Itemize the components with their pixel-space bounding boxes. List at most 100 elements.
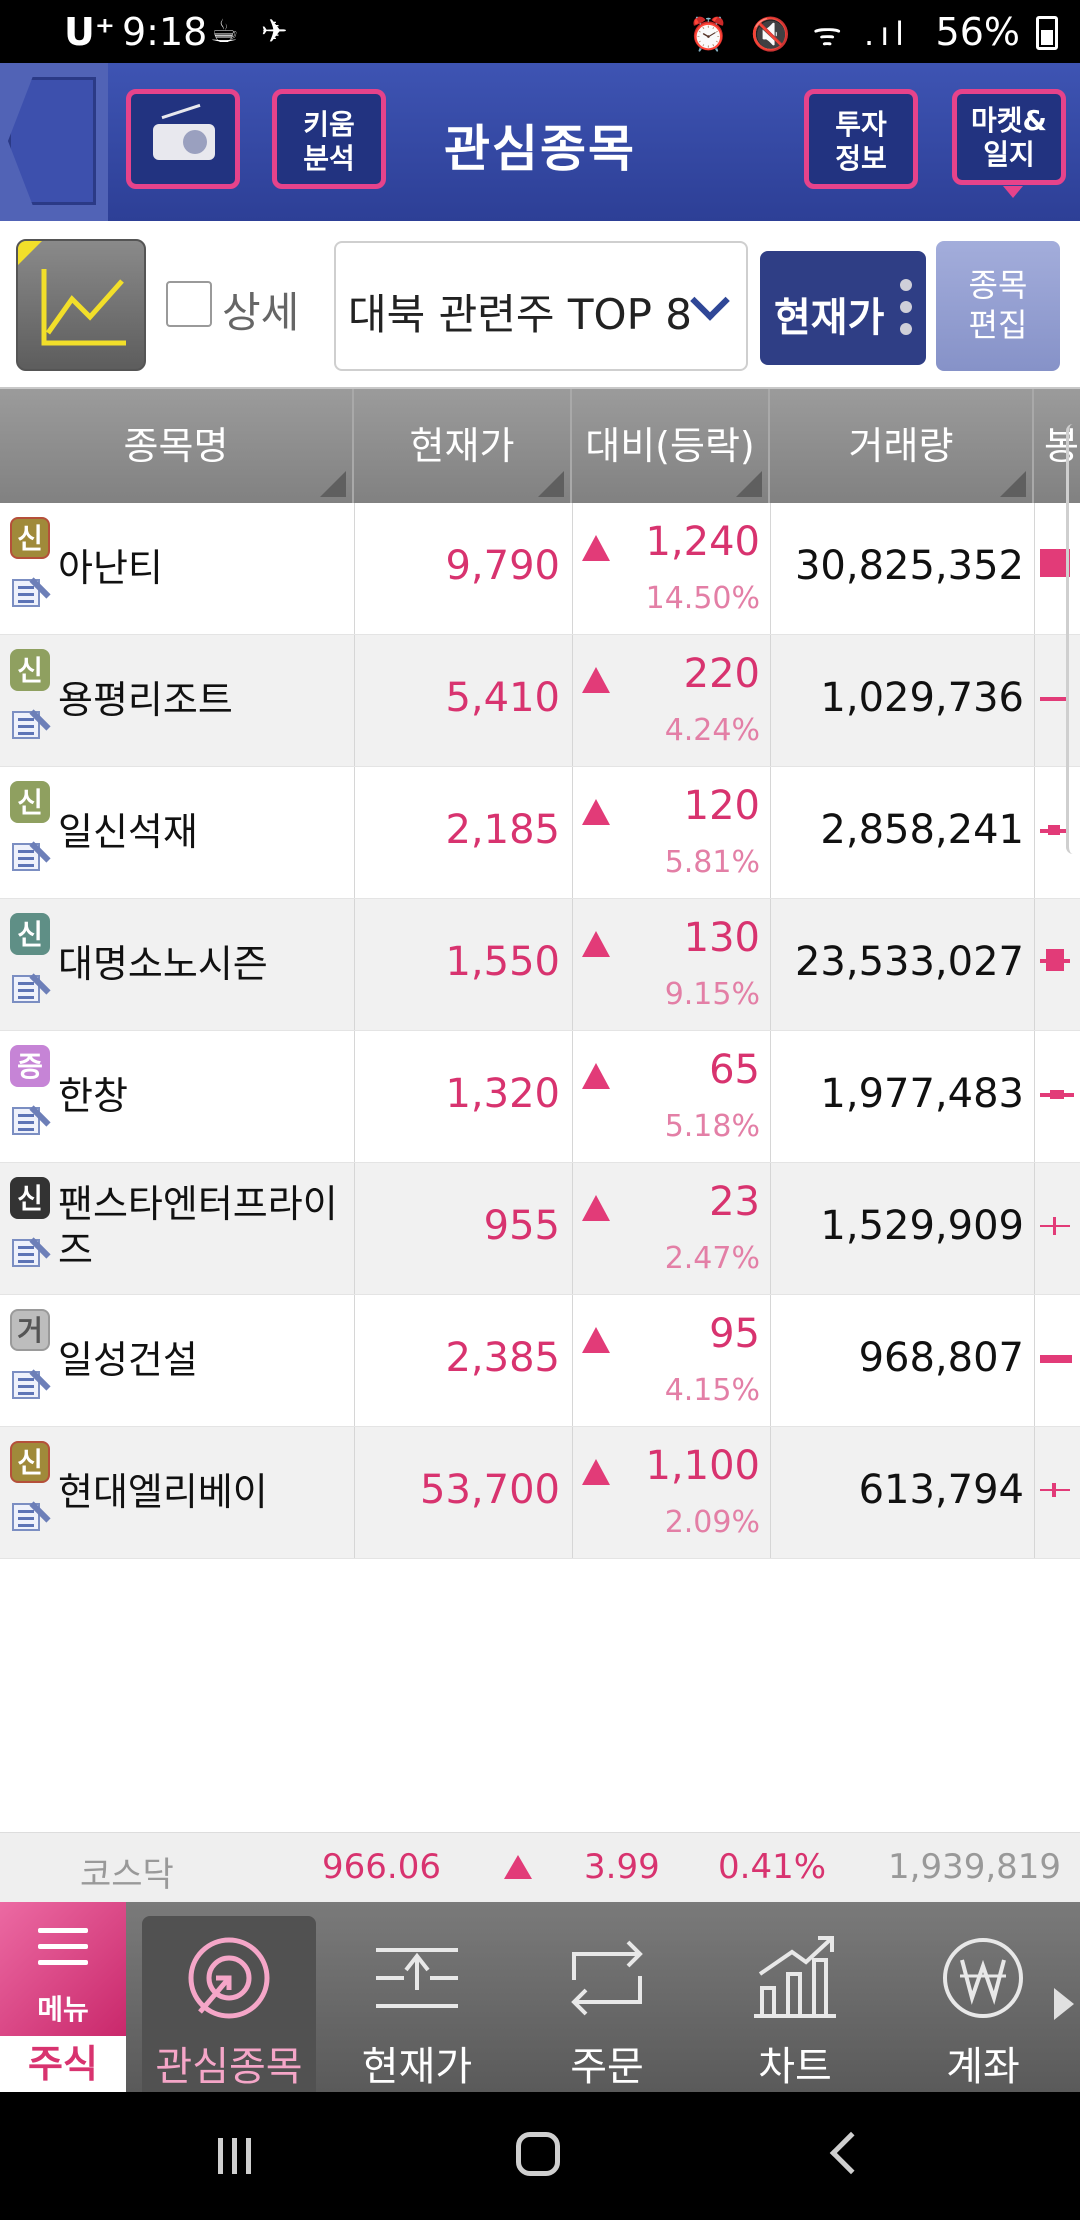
up-arrow-icon [582,1195,610,1221]
list-scrollbar[interactable] [1066,424,1080,854]
up-arrow-icon [582,535,610,561]
change-percent: 9.15% [664,977,760,1012]
index-change: 3.99 [584,1847,660,1887]
news-icon[interactable] [12,839,51,875]
up-arrow-icon [582,931,610,957]
news-icon[interactable] [12,1103,51,1139]
carrier-label: U⁺ [64,10,115,54]
change-percent: 14.50% [645,581,760,616]
group-select-value: 대북 관련주 TOP 8 [348,290,693,339]
nav-chart[interactable]: 차트 [708,1916,882,2092]
market-journal-button[interactable]: 마켓& 일지 [952,89,1066,198]
edit-stocks-button[interactable]: 종목 편집 [936,241,1060,371]
change-percent: 5.81% [664,845,760,880]
line-chart-icon [41,269,126,346]
nav-label: 계좌 [946,2044,1020,2090]
watchlist-icon [188,1937,270,2019]
market-badge: 거 [10,1309,50,1351]
stock-name: 용평리조트 [58,678,233,722]
current-price: 2,185 [445,807,560,853]
news-icon[interactable] [12,1235,51,1271]
index-ticker[interactable]: 코스닥 966.06 3.99 0.41% 1,939,819 [0,1832,1080,1902]
home-icon[interactable] [516,2132,560,2176]
news-icon[interactable] [12,707,51,743]
menu-button[interactable]: 메뉴 [0,1902,126,2036]
nav-current-price[interactable]: 현재가 [330,1916,504,2092]
trade-volume: 968,807 [858,1335,1024,1381]
column-header-price[interactable]: 현재가 [354,389,572,503]
group-select[interactable]: 대북 관련주 TOP 8 [334,241,748,371]
current-price: 1,550 [445,939,560,985]
nav-more-arrow-icon[interactable] [1054,1988,1074,2020]
trade-volume: 1,029,736 [820,675,1024,721]
price-change: 1,240 [645,519,760,565]
table-header: 종목명 현재가 대비(등락) 거래량 봉 [0,389,1080,503]
nav-label: 차트 [758,2044,832,2090]
up-arrow-icon [582,799,610,825]
market-badge: 신 [10,1441,50,1483]
price-change: 23 [709,1179,760,1225]
table-row[interactable]: 증 한창 1,320 65 5.18% 1,977,483 [0,1031,1080,1163]
current-price-icon [376,1948,458,2008]
column-header-volume[interactable]: 거래량 [770,389,1034,503]
column-header-change[interactable]: 대비(등락) [572,389,770,503]
news-icon[interactable] [12,1367,51,1403]
system-back-icon[interactable] [829,2131,873,2175]
change-percent: 2.09% [664,1505,760,1540]
price-change: 130 [683,915,760,961]
more-dots-icon [900,279,912,345]
price-view-button[interactable]: 현재가 [760,251,926,365]
index-percent: 0.41% [718,1847,827,1887]
table-row[interactable]: 신 아난티 9,790 1,240 14.50% 30,825,352 [0,503,1080,635]
price-change: 65 [709,1047,760,1093]
index-volume: 1,939,819 [888,1847,1062,1887]
index-name: 코스닥 [80,1855,174,1895]
table-row[interactable]: 신 현대엘리베이 53,700 1,100 2.09% 613,794 [0,1427,1080,1559]
sort-corner-icon [538,471,564,497]
stock-name: 팬스타엔터프라이즈 [58,1182,338,1272]
market-badge: 신 [10,517,50,559]
candle-mark [1040,825,1068,835]
change-percent: 2.47% [664,1241,760,1276]
up-arrow-icon [582,667,610,693]
battery-level: 56% [935,10,1020,54]
stock-name: 일성건설 [58,1338,198,1382]
stock-name: 현대엘리베이 [58,1470,268,1514]
chart-toggle-button[interactable] [16,239,146,371]
battery-icon [1036,16,1058,50]
current-price: 5,410 [445,675,560,721]
nav-watchlist[interactable]: 관심종목 [142,1916,316,2092]
trade-volume: 2,858,241 [820,807,1024,853]
table-row[interactable]: 신 용평리조트 5,410 220 4.24% 1,029,736 [0,635,1080,767]
table-row[interactable]: 신 일신석재 2,185 120 5.81% 2,858,241 [0,767,1080,899]
trade-volume: 23,533,027 [794,939,1024,985]
news-icon[interactable] [12,575,51,611]
current-price: 2,385 [445,1335,560,1381]
nav-account[interactable]: 계좌 [896,1916,1070,2092]
price-change: 220 [683,651,760,697]
table-row[interactable]: 거 일성건설 2,385 95 4.15% 968,807 [0,1295,1080,1427]
corner-marker [18,241,42,265]
price-change: 1,100 [645,1443,760,1489]
news-icon[interactable] [12,971,51,1007]
detail-label: 상세 [222,288,300,337]
order-swap-icon [571,1940,643,2016]
detail-checkbox[interactable] [166,281,212,327]
current-price: 955 [483,1203,560,1249]
trade-volume: 1,529,909 [820,1203,1024,1249]
market-badge: 신 [10,913,50,955]
column-header-name[interactable]: 종목명 [0,389,354,503]
up-arrow-icon [504,1855,532,1879]
recent-apps-icon[interactable] [218,2138,258,2174]
stock-name: 일신석재 [58,810,198,854]
app-header: 키움 분석 관심종목 투자 정보 마켓& 일지 [0,63,1080,221]
table-row[interactable]: 신 대명소노시즌 1,550 130 9.15% 23,533,027 [0,899,1080,1031]
table-row[interactable]: 신 팬스타엔터프라이즈 955 23 2.47% 1,529,909 [0,1163,1080,1295]
invest-info-button[interactable]: 투자 정보 [804,89,918,189]
news-icon[interactable] [12,1499,51,1535]
trade-volume: 30,825,352 [794,543,1024,589]
stock-category-button[interactable]: 주식 [0,2036,126,2092]
candle-mark [1040,697,1068,701]
candle-mark [1040,1217,1070,1235]
nav-order[interactable]: 주문 [520,1916,694,2092]
